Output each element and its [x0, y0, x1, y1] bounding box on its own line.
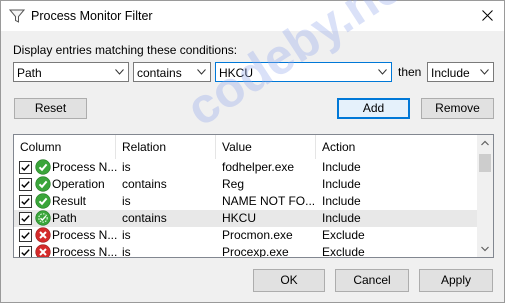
cell-relation: contains	[122, 177, 167, 191]
cell-relation: is	[122, 228, 131, 242]
filter-row[interactable]: Path contains HKCU Include	[14, 210, 477, 227]
reset-button-label: Reset	[34, 101, 67, 115]
header-action[interactable]: Action	[316, 135, 416, 159]
filter-dialog: Process Monitor Filter Display entries m…	[0, 0, 505, 303]
filter-funnel-icon	[9, 9, 25, 23]
cell-value: NAME NOT FO...	[222, 194, 316, 208]
cell-action: Include	[322, 194, 361, 208]
close-icon	[482, 10, 493, 21]
reset-button[interactable]: Reset	[14, 98, 87, 119]
exclude-x-icon	[35, 244, 51, 257]
chevron-up-icon	[481, 140, 489, 146]
cell-value: fodhelper.exe	[222, 160, 295, 174]
column-select-value: Path	[17, 66, 42, 80]
filter-row[interactable]: Operation contains Reg Include	[14, 176, 477, 193]
filter-row[interactable]: Process N... is fodhelper.exe Include	[14, 159, 477, 176]
exclude-x-icon	[35, 227, 51, 243]
row-checkbox[interactable]	[19, 229, 32, 242]
cancel-button[interactable]: Cancel	[335, 269, 409, 292]
filter-row[interactable]: Process N... is Procexp.exe Exclude	[14, 244, 477, 258]
scroll-up-button[interactable]	[477, 135, 493, 151]
remove-button[interactable]: Remove	[421, 98, 494, 119]
value-combo[interactable]: HKCU	[215, 62, 392, 82]
cell-value: Procmon.exe	[222, 228, 293, 242]
row-checkbox[interactable]	[19, 246, 32, 258]
row-checkbox[interactable]	[19, 161, 32, 174]
action-select-value: Include	[431, 66, 470, 80]
include-check-icon	[35, 176, 51, 192]
row-checkbox[interactable]	[19, 195, 32, 208]
cell-action: Exclude	[322, 228, 365, 242]
cell-relation: is	[122, 194, 131, 208]
cell-value: Reg	[222, 177, 245, 191]
row-checkbox[interactable]	[19, 212, 32, 225]
chevron-down-icon	[481, 246, 489, 252]
header-relation[interactable]: Relation	[116, 135, 216, 159]
cell-value: Procexp.exe	[222, 245, 289, 258]
include-check-icon	[35, 159, 51, 175]
relation-select-value: contains	[137, 66, 182, 80]
chevron-down-icon	[115, 69, 124, 75]
value-combo-text: HKCU	[219, 66, 254, 80]
cell-action: Include	[322, 211, 361, 225]
cell-relation: is	[122, 245, 131, 258]
cell-relation: is	[122, 160, 131, 174]
cell-column: Path	[52, 211, 77, 225]
column-select[interactable]: Path	[13, 62, 129, 82]
then-label: then	[398, 65, 422, 79]
header-column[interactable]: Column	[14, 135, 116, 159]
cell-action: Include	[322, 160, 361, 174]
row-checkbox[interactable]	[19, 178, 32, 191]
conditions-label: Display entries matching these condition…	[13, 43, 238, 57]
ok-button-label: OK	[280, 273, 298, 287]
apply-button-label: Apply	[440, 273, 472, 287]
add-button[interactable]: Add	[337, 98, 410, 119]
ok-button[interactable]: OK	[253, 269, 325, 292]
relation-select[interactable]: contains	[133, 62, 211, 82]
cell-relation: contains	[122, 211, 167, 225]
scrollbar-thumb[interactable]	[479, 154, 491, 172]
apply-button[interactable]: Apply	[419, 269, 493, 292]
chevron-down-icon	[480, 69, 489, 75]
cell-column: Process N...	[52, 228, 118, 242]
cell-column: Process N...	[52, 160, 118, 174]
vertical-scrollbar[interactable]	[477, 135, 493, 257]
chevron-down-icon	[197, 69, 206, 75]
window-title: Process Monitor Filter	[31, 9, 153, 23]
cell-action: Include	[322, 177, 361, 191]
close-button[interactable]	[471, 1, 504, 31]
scroll-down-button[interactable]	[477, 241, 493, 257]
cell-value: HKCU	[222, 211, 257, 225]
cell-action: Exclude	[322, 245, 365, 258]
cell-column: Process N...	[52, 245, 118, 258]
filter-row[interactable]: Process N... is Procmon.exe Exclude	[14, 227, 477, 244]
cell-column: Operation	[52, 177, 105, 191]
filter-list[interactable]: Column Relation Value Action Process N..…	[13, 134, 494, 258]
cell-column: Result	[52, 194, 87, 208]
action-select[interactable]: Include	[427, 62, 494, 82]
chevron-down-icon	[378, 69, 387, 75]
include-new-icon	[35, 210, 51, 226]
header-value[interactable]: Value	[216, 135, 316, 159]
remove-button-label: Remove	[435, 101, 480, 115]
filter-row[interactable]: Result is NAME NOT FO... Include	[14, 193, 477, 210]
cancel-button-label: Cancel	[353, 273, 391, 287]
title-bar: Process Monitor Filter	[1, 1, 504, 31]
include-check-icon	[35, 193, 51, 209]
add-button-label: Add	[362, 101, 385, 115]
list-header: Column Relation Value Action	[14, 135, 477, 159]
